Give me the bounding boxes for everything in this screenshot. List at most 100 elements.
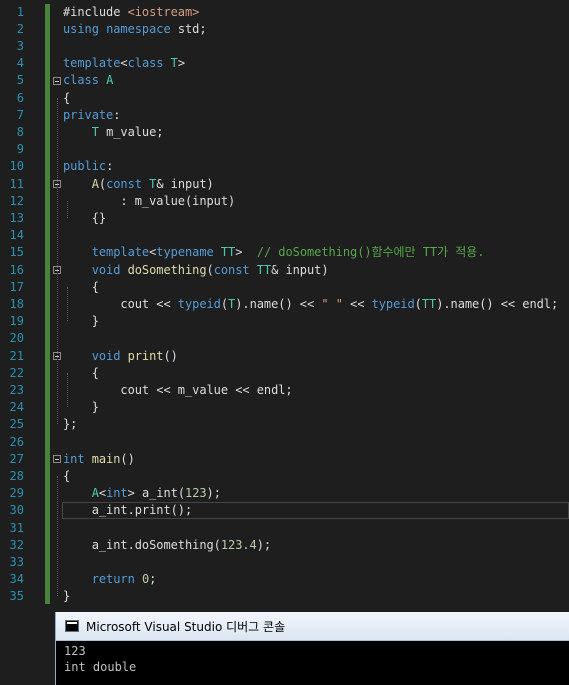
- code-line[interactable]: 4 template<class T>: [0, 55, 569, 72]
- code-line[interactable]: 22 {: [0, 365, 569, 382]
- code-text: using namespace std;: [63, 21, 207, 38]
- line-number: 24: [9, 400, 24, 415]
- code-line[interactable]: 24 }: [0, 399, 569, 416]
- console-title: Microsoft Visual Studio 디버그 콘솔: [86, 620, 286, 634]
- code-line[interactable]: 28 {: [0, 468, 569, 485]
- code-token: typename: [156, 245, 221, 260]
- code-text: void doSomething(const TT& input): [63, 262, 329, 279]
- code-token: TT: [256, 262, 272, 277]
- code-line[interactable]: 35}: [0, 588, 569, 605]
- code-token: }: [63, 400, 99, 415]
- code-line[interactable]: 27 int main(): [0, 451, 569, 468]
- code-token: A: [106, 73, 114, 88]
- fold-toggle-icon[interactable]: [53, 455, 61, 464]
- code-line[interactable]: 26: [0, 434, 569, 451]
- code-token: using: [63, 21, 107, 36]
- code-line[interactable]: 25};: [0, 416, 569, 433]
- code-line[interactable]: 14: [0, 227, 569, 244]
- console-title-bar[interactable]: Microsoft Visual Studio 디버그 콘솔: [56, 612, 569, 641]
- code-token: :: [113, 107, 121, 122]
- line-number: 30: [9, 503, 24, 518]
- code-token: private: [63, 107, 114, 122]
- code-line[interactable]: 31: [0, 520, 569, 537]
- console-window-icon: [65, 620, 79, 632]
- line-number: 5: [16, 73, 24, 88]
- code-line[interactable]: 11 A(const T& input): [0, 176, 569, 193]
- code-line[interactable]: 7 private:: [0, 107, 569, 124]
- code-line[interactable]: 34 return 0;: [0, 571, 569, 588]
- code-token: : m_value(input): [63, 193, 236, 208]
- indent-guide: [67, 372, 68, 408]
- code-line[interactable]: 3: [0, 38, 569, 55]
- line-number: 23: [9, 382, 24, 397]
- code-text: template<class T>: [63, 55, 185, 72]
- code-text: }: [63, 588, 70, 605]
- code-token: {: [63, 279, 99, 294]
- indent-guide: [57, 475, 58, 597]
- code-token: ;: [149, 572, 157, 587]
- code-token: (): [163, 348, 178, 363]
- code-token: a_int.print();: [63, 503, 193, 518]
- code-line[interactable]: 33: [0, 554, 569, 571]
- code-line[interactable]: 17 {: [0, 279, 569, 296]
- code-line[interactable]: 1 #include <iostream>: [0, 4, 569, 21]
- code-text: template<typename TT> // doSomething()함수…: [63, 244, 485, 261]
- code-text: {: [63, 90, 70, 107]
- code-token: const: [213, 262, 257, 277]
- code-line[interactable]: 18 cout << typeid(T).name() << " " << ty…: [0, 296, 569, 313]
- debug-console-window[interactable]: Microsoft Visual Studio 디버그 콘솔 123 int d…: [55, 612, 569, 685]
- line-number: 8: [16, 124, 24, 139]
- code-token: T: [170, 56, 178, 71]
- code-line[interactable]: 2 using namespace std;: [0, 21, 569, 38]
- code-line[interactable]: 20: [0, 330, 569, 347]
- line-number: 34: [9, 572, 24, 587]
- code-editor[interactable]: 1 #include <iostream> 2 using namespace std…: [0, 0, 569, 612]
- code-line[interactable]: 21 void print(): [0, 348, 569, 365]
- line-number: 19: [9, 314, 24, 329]
- code-line[interactable]: 8 T m_value;: [0, 124, 569, 141]
- code-token: & input): [156, 176, 214, 191]
- console-output-line: int double: [64, 660, 137, 674]
- code-token: typeid: [177, 296, 221, 311]
- code-token: typeid: [371, 296, 415, 311]
- code-text: {}: [63, 210, 106, 227]
- code-line[interactable]: 12 : m_value(input): [0, 193, 569, 210]
- code-line[interactable]: 15 template<typename TT> // doSomething(…: [0, 244, 569, 261]
- code-text: return 0;: [63, 571, 157, 588]
- code-token: a_int.doSomething(: [63, 537, 221, 552]
- code-line[interactable]: 19 }: [0, 313, 569, 330]
- line-number: 15: [9, 245, 24, 260]
- code-token: namespace: [106, 21, 178, 36]
- code-token: class: [127, 56, 171, 71]
- code-line[interactable]: 13 {}: [0, 210, 569, 227]
- code-text: T m_value;: [63, 124, 164, 141]
- line-number: 9: [16, 142, 24, 157]
- fold-toggle-icon[interactable]: [53, 76, 61, 85]
- code-token: > a_int(: [127, 486, 186, 501]
- code-text: };: [63, 416, 77, 433]
- code-line[interactable]: 6{: [0, 90, 569, 107]
- code-text: void print(): [63, 348, 178, 365]
- code-token: T: [91, 124, 107, 139]
- code-line[interactable]: 10 public:: [0, 158, 569, 175]
- code-line[interactable]: 32 a_int.doSomething(123.4);: [0, 537, 569, 554]
- line-number: 6: [16, 90, 24, 105]
- code-line[interactable]: 30 a_int.print();: [0, 502, 569, 519]
- line-number: 2: [16, 21, 24, 36]
- code-line[interactable]: 16 void doSomething(const TT& input): [0, 262, 569, 279]
- code-line[interactable]: 29 A<int> a_int(123);: [0, 485, 569, 502]
- code-token: A: [91, 176, 99, 191]
- code-token: <<: [342, 296, 372, 311]
- code-text: }: [63, 399, 99, 416]
- code-token: <: [120, 56, 128, 71]
- code-token: template: [63, 56, 121, 71]
- code-line[interactable]: 9: [0, 141, 569, 158]
- code-line[interactable]: 5 class A: [0, 72, 569, 89]
- code-line[interactable]: 23 cout << m_value << endl;: [0, 382, 569, 399]
- code-token: const: [106, 176, 150, 191]
- code-token: & input): [271, 262, 329, 277]
- code-text: {: [63, 468, 70, 485]
- code-text: int main(): [63, 451, 135, 468]
